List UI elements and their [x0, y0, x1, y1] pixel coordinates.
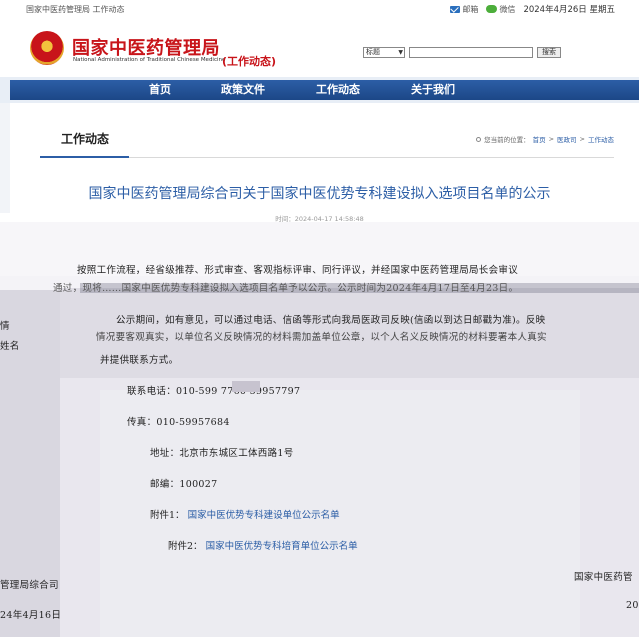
attachment-2-label: 附件2： — [168, 541, 203, 552]
column-heading: 工作动态 — [61, 132, 110, 146]
redacted-block — [232, 381, 260, 392]
article-paragraph: 公示期间，如有意见，可以通过电话、信函等形式向我局医政司反映(信函以到达日邮戳为… — [116, 315, 546, 326]
top-bar: 国家中医药管理局 工作动态 邮箱 微信 2024年4月26日 星期五 — [0, 0, 639, 17]
breadcrumb-home[interactable]: 首页 — [533, 134, 546, 144]
logo-subtitle: National Administration of Traditional C… — [73, 57, 226, 63]
left-cut-text: 情 — [0, 321, 10, 332]
header: 国家中医药管理局 National Administration of Trad… — [0, 17, 639, 77]
attachment-1-label: 附件1： — [150, 510, 185, 521]
article-paragraph: 通过，现将……国家中医优势专科建设拟入选项目名单予以公示。公示时间为2024年4… — [53, 283, 519, 294]
left-cut-text: 管理局综合司 — [0, 580, 59, 591]
search-bar: 标题 ▼ 搜索 — [363, 47, 561, 58]
breadcrumb-current[interactable]: 工作动态 — [588, 134, 614, 144]
breadcrumb-prefix: 您当前的位置： — [484, 136, 530, 144]
column-divider-accent — [40, 156, 129, 158]
current-date: 2024年4月26日 星期五 — [523, 5, 615, 15]
contact-phone: 联系电话：010-599 7760 59957797 — [127, 386, 301, 397]
main-nav: 首页 政策文件 工作动态 关于我们 — [10, 80, 639, 100]
wechat-label: 微信 — [499, 4, 516, 14]
location-pin-icon — [476, 136, 482, 142]
attachment-2-link[interactable]: 国家中医优势专科培育单位公示名单 — [206, 541, 358, 552]
nav-item-about[interactable]: 关于我们 — [411, 80, 455, 100]
national-emblem-icon[interactable] — [30, 31, 64, 65]
mail-link[interactable]: 邮箱 — [450, 4, 478, 15]
article-paragraph: 按照工作流程，经省级推荐、形式审查、客观指标评审、同行评议，并经国家中医药管理局… — [77, 265, 519, 276]
breadcrumb-separator: > — [548, 135, 555, 143]
breadcrumb: 您当前的位置： 首页 > 医政司 > 工作动态 — [476, 134, 614, 144]
left-cut-text: 24年4月16日 — [0, 610, 62, 621]
search-scope-value: 标题 — [366, 48, 380, 56]
article-paragraph: 情况要客观真实，以单位名义反映情况的材料需加盖单位公章，以个人名义反映情况的材料… — [96, 332, 547, 343]
nav-item-news[interactable]: 工作动态 — [316, 80, 360, 100]
wechat-icon — [486, 5, 498, 13]
mail-label: 邮箱 — [462, 4, 479, 14]
section-tag: (工作动态) — [222, 55, 277, 68]
article-title: 国家中医药管理局综合司关于国家中医优势专科建设拟入选项目名单的公示 — [88, 186, 551, 202]
chevron-down-icon: ▼ — [398, 49, 403, 56]
breadcrumb-separator: > — [579, 135, 585, 143]
signature-org: 国家中医药管 — [574, 572, 633, 583]
article-paragraph: 并提供联系方式。 — [100, 355, 179, 366]
nav-item-home[interactable]: 首页 — [149, 80, 171, 100]
signature-date: 20 — [626, 600, 639, 611]
contact-fax: 传真：010-59957684 — [127, 417, 230, 428]
mail-icon — [450, 5, 461, 13]
attachment-2: 附件2： 国家中医优势专科培育单位公示名单 — [168, 538, 358, 552]
contact-address: 地址：北京市东城区工体西路1号 — [150, 448, 294, 459]
left-cut-text: 姓名 — [0, 341, 20, 352]
site-name: 国家中医药管理局 工作动态 — [26, 5, 125, 14]
search-button[interactable]: 搜索 — [537, 47, 561, 58]
search-input[interactable] — [409, 47, 533, 58]
wechat-link[interactable]: 微信 — [486, 4, 515, 15]
nav-item-policy[interactable]: 政策文件 — [221, 80, 265, 100]
attachment-1: 附件1： 国家中医优势专科建设单位公示名单 — [150, 507, 340, 521]
top-bar-right: 邮箱 微信 2024年4月26日 星期五 — [450, 3, 615, 15]
page: 国家中医药管理局 工作动态 邮箱 微信 2024年4月26日 星期五 国家中医药… — [0, 0, 639, 637]
attachment-1-link[interactable]: 国家中医优势专科建设单位公示名单 — [188, 510, 340, 521]
search-scope-select[interactable]: 标题 ▼ — [363, 47, 405, 58]
contact-zip: 邮编：100027 — [150, 479, 218, 490]
breadcrumb-dept[interactable]: 医政司 — [557, 134, 577, 144]
